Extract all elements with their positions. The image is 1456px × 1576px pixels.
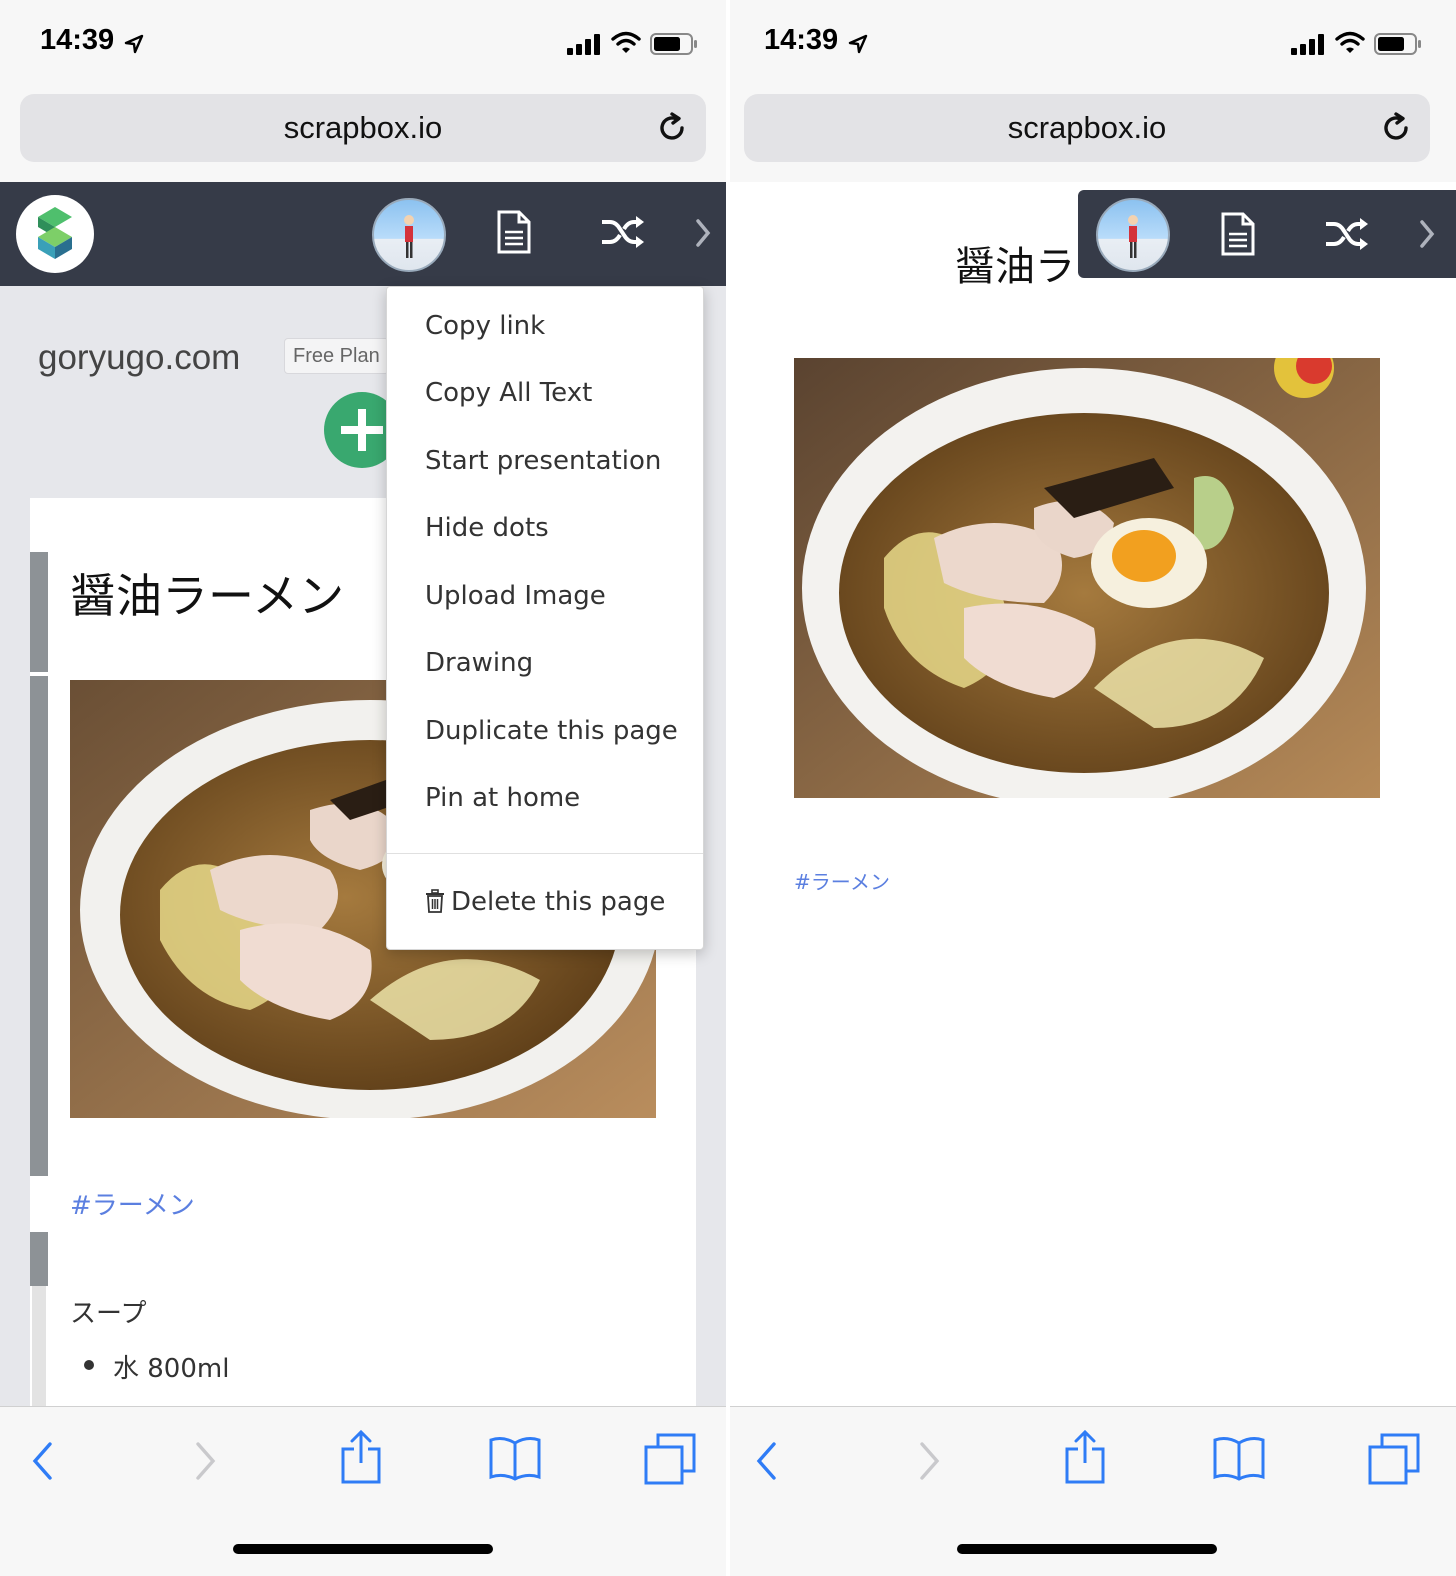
menu-copy-all-text[interactable]: Copy All Text — [425, 378, 592, 408]
line-gutter — [30, 676, 48, 1176]
line-water[interactable]: 水 800ml — [113, 1348, 229, 1385]
status-bar: 14:39 — [730, 0, 1456, 90]
menu-pin-at-home[interactable]: Pin at home — [425, 783, 580, 813]
chevron-right-icon[interactable] — [694, 218, 712, 248]
address-bar-area: scrapbox.io — [0, 90, 726, 182]
location-arrow-icon — [848, 34, 868, 54]
right-screenshot: 14:39 scrapbox.io 醤油ラ #ラーメン — [730, 0, 1456, 1576]
plan-badge: Free Plan — [284, 338, 389, 374]
page-title[interactable]: 醤油ラーメン — [70, 560, 344, 626]
page-icon[interactable] — [496, 210, 532, 254]
status-bar: 14:39 — [0, 0, 726, 90]
address-bar[interactable]: scrapbox.io — [20, 94, 706, 162]
address-bar-area: scrapbox.io — [730, 90, 1456, 182]
tabs-icon[interactable] — [644, 1433, 696, 1485]
line-gutter — [32, 1286, 46, 1406]
share-icon[interactable] — [1064, 1429, 1106, 1485]
menu-start-presentation[interactable]: Start presentation — [425, 446, 661, 476]
trash-icon — [426, 889, 444, 913]
location-arrow-icon — [124, 34, 144, 54]
menu-delete-label: Delete this page — [451, 887, 666, 917]
shuffle-icon[interactable] — [600, 213, 646, 251]
wifi-icon — [1335, 31, 1365, 53]
browser-toolbar — [0, 1406, 726, 1576]
ramen-photo[interactable] — [794, 358, 1380, 798]
page-icon[interactable] — [1220, 212, 1256, 256]
tag-link[interactable]: #ラーメン — [70, 1185, 195, 1222]
tabs-icon[interactable] — [1368, 1433, 1420, 1485]
floating-header — [1078, 190, 1456, 278]
reload-icon[interactable] — [654, 110, 690, 146]
left-screenshot: 14:39 scrapbox.io goryugo.com Free Plan … — [0, 0, 726, 1576]
menu-upload-image[interactable]: Upload Image — [425, 581, 606, 611]
chevron-right-icon[interactable] — [1418, 219, 1436, 249]
line-soup[interactable]: スープ — [70, 1293, 146, 1330]
shuffle-icon[interactable] — [1324, 215, 1370, 253]
wifi-icon — [611, 31, 641, 53]
user-avatar[interactable] — [1096, 198, 1170, 272]
url-text: scrapbox.io — [283, 110, 443, 145]
back-icon[interactable] — [30, 1441, 56, 1481]
back-icon[interactable] — [754, 1441, 780, 1481]
project-name[interactable]: goryugo.com — [38, 338, 240, 378]
line-gutter — [30, 1232, 48, 1286]
url-text: scrapbox.io — [1007, 110, 1167, 145]
status-time: 14:39 — [764, 24, 839, 56]
forward-icon[interactable] — [192, 1441, 218, 1481]
page-menu: Copy link Copy All Text Start presentati… — [386, 286, 704, 950]
battery-icon — [650, 33, 697, 55]
address-bar[interactable]: scrapbox.io — [744, 94, 1430, 162]
line-gutter — [30, 552, 48, 672]
home-indicator — [957, 1544, 1217, 1554]
forward-icon[interactable] — [916, 1441, 942, 1481]
bookmarks-icon[interactable] — [488, 1435, 542, 1481]
menu-hide-dots[interactable]: Hide dots — [425, 513, 549, 543]
menu-delete-page[interactable]: Delete this page — [425, 887, 665, 917]
menu-divider — [387, 853, 703, 854]
page-title[interactable]: 醤油ラ — [955, 234, 1075, 292]
app-header — [0, 182, 726, 286]
signal-icon — [567, 34, 600, 55]
status-time: 14:39 — [40, 24, 115, 56]
bookmarks-icon[interactable] — [1212, 1435, 1266, 1481]
battery-icon — [1374, 33, 1421, 55]
reload-icon[interactable] — [1378, 110, 1414, 146]
menu-duplicate-page[interactable]: Duplicate this page — [425, 716, 678, 746]
menu-copy-link[interactable]: Copy link — [425, 311, 545, 341]
menu-drawing[interactable]: Drawing — [425, 648, 533, 678]
user-avatar[interactable] — [372, 198, 446, 272]
tag-link[interactable]: #ラーメン — [794, 866, 890, 895]
bullet-dot — [84, 1360, 94, 1370]
browser-toolbar — [730, 1406, 1456, 1576]
scrapbox-logo-icon[interactable] — [16, 195, 94, 273]
signal-icon — [1291, 34, 1324, 55]
share-icon[interactable] — [340, 1429, 382, 1485]
home-indicator — [233, 1544, 493, 1554]
